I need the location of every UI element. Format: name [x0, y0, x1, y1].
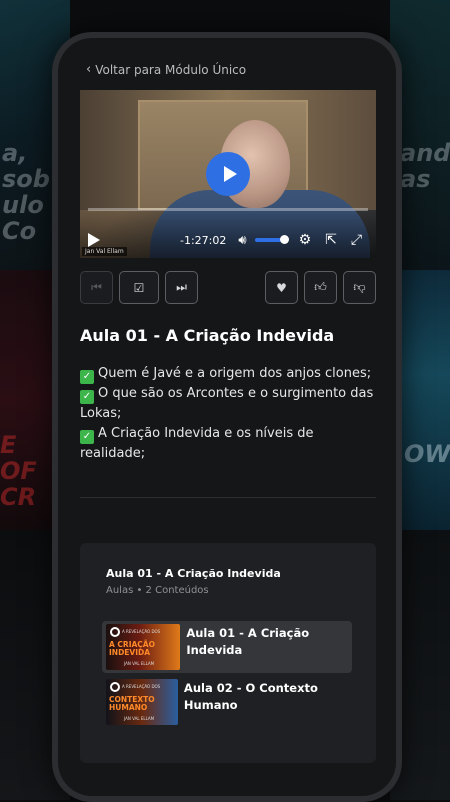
dislike-button[interactable]: 👎︎ — [343, 271, 376, 304]
fullscreen-icon[interactable]: ⤢ — [351, 232, 362, 248]
skip-previous-icon: ⏮︎ — [91, 280, 102, 295]
video-player[interactable]: Jan Val Ellam -1:27:02 🔊︎ ⚙︎ ⇱ ⤢ — [80, 90, 376, 258]
thumbs-down-icon: 👎︎ — [353, 280, 365, 295]
mark-complete-button[interactable]: ☑︎ — [119, 271, 159, 304]
thumbnail-text: A Criação Indevida — [109, 641, 169, 657]
description-text: A Criação Indevida e os níveis de realid… — [80, 426, 314, 461]
time-remaining: -1:27:02 — [180, 234, 226, 247]
thumbnail-series: A REVELAÇÃO DOS — [122, 684, 160, 689]
play-icon[interactable] — [88, 233, 100, 247]
divider — [80, 497, 376, 498]
thumbnail-series: A REVELAÇÃO DOS — [122, 629, 160, 634]
video-controls: -1:27:02 🔊︎ ⚙︎ ⇱ ⤢ — [80, 222, 376, 258]
back-link[interactable]: ‹ Voltar para Módulo Único — [86, 62, 246, 77]
playlist-subtitle: Aulas • 2 Conteúdos — [106, 585, 209, 596]
description-text: Quem é Javé e a origem dos anjos clones; — [98, 366, 371, 381]
lesson-thumbnail: A REVELAÇÃO DOS Contexto Humano JAN VAL … — [106, 679, 178, 725]
thumbnail-author: JAN VAL ELLAM — [124, 716, 154, 721]
thumbnail-author: JAN VAL ELLAM — [124, 661, 154, 666]
video-progress-bar[interactable] — [88, 208, 368, 211]
playlist-item[interactable]: A REVELAÇÃO DOS A Criação Indevida JAN V… — [102, 621, 352, 673]
phone-frame: ‹ Voltar para Módulo Único Jan Val Ellam… — [52, 32, 402, 802]
playlist-panel: Aula 01 - A Criação Indevida Aulas • 2 C… — [80, 543, 376, 763]
reaction-group: ♥ 👍︎ 👎︎ — [265, 271, 376, 304]
playlist-item[interactable]: A REVELAÇÃO DOS Contexto Humano JAN VAL … — [102, 676, 352, 728]
bg-text: E OF CR — [0, 432, 58, 510]
thumbnail-text: Contexto Humano — [109, 696, 169, 712]
favorite-button[interactable]: ♥ — [265, 271, 298, 304]
check-icon: ✓ — [80, 370, 94, 384]
chevron-left-icon: ‹ — [86, 62, 91, 77]
next-lesson-button[interactable]: ⏭︎ — [165, 271, 198, 304]
description-line: ✓O que são os Arcontes e o surgimento da… — [80, 384, 380, 424]
logo-ring-icon — [110, 682, 120, 692]
screen: ‹ Voltar para Módulo Único Jan Val Ellam… — [58, 38, 396, 796]
logo-ring-icon — [110, 627, 120, 637]
play-overlay-button[interactable] — [206, 152, 250, 196]
settings-gear-icon[interactable]: ⚙︎ — [299, 232, 312, 248]
playlist-item-label: Aula 01 - A Criação Indevida — [186, 625, 352, 659]
lesson-actions: ⏮︎ ☑︎ ⏭︎ ♥ 👍︎ 👎︎ — [80, 271, 376, 304]
check-icon: ✓ — [80, 430, 94, 444]
playlist-title: Aula 01 - A Criação Indevida — [106, 567, 281, 580]
lesson-description: ✓ Quem é Javé e a origem dos anjos clones… — [80, 364, 380, 463]
previous-lesson-button[interactable]: ⏮︎ — [80, 271, 113, 304]
lesson-thumbnail: A REVELAÇÃO DOS A Criação Indevida JAN V… — [106, 624, 180, 670]
checkbox-icon: ☑︎ — [134, 281, 145, 295]
check-icon: ✓ — [80, 390, 94, 404]
back-link-label: Voltar para Módulo Único — [95, 63, 246, 77]
bg-text: OW — [404, 440, 450, 468]
heart-icon: ♥ — [276, 281, 287, 295]
description-line: ✓ Quem é Javé e a origem dos anjos clones… — [80, 364, 380, 384]
skip-next-icon: ⏭︎ — [176, 280, 187, 295]
description-line: ✓A Criação Indevida e os níveis de reali… — [80, 424, 380, 464]
volume-icon[interactable]: 🔊︎ — [238, 233, 246, 248]
lesson-title: Aula 01 - A Criação Indevida — [80, 326, 334, 345]
bg-text: ando as — [400, 140, 450, 192]
playlist-item-label: Aula 02 - O Contexto Humano — [184, 680, 352, 714]
nav-group: ⏮︎ ☑︎ ⏭︎ — [80, 271, 198, 304]
external-link-icon[interactable]: ⇱ — [325, 232, 337, 248]
thumbs-up-icon: 👍︎ — [314, 280, 327, 295]
like-button[interactable]: 👍︎ — [304, 271, 337, 304]
volume-slider[interactable] — [255, 238, 285, 242]
description-text: O que são os Arcontes e o surgimento das… — [80, 386, 373, 421]
